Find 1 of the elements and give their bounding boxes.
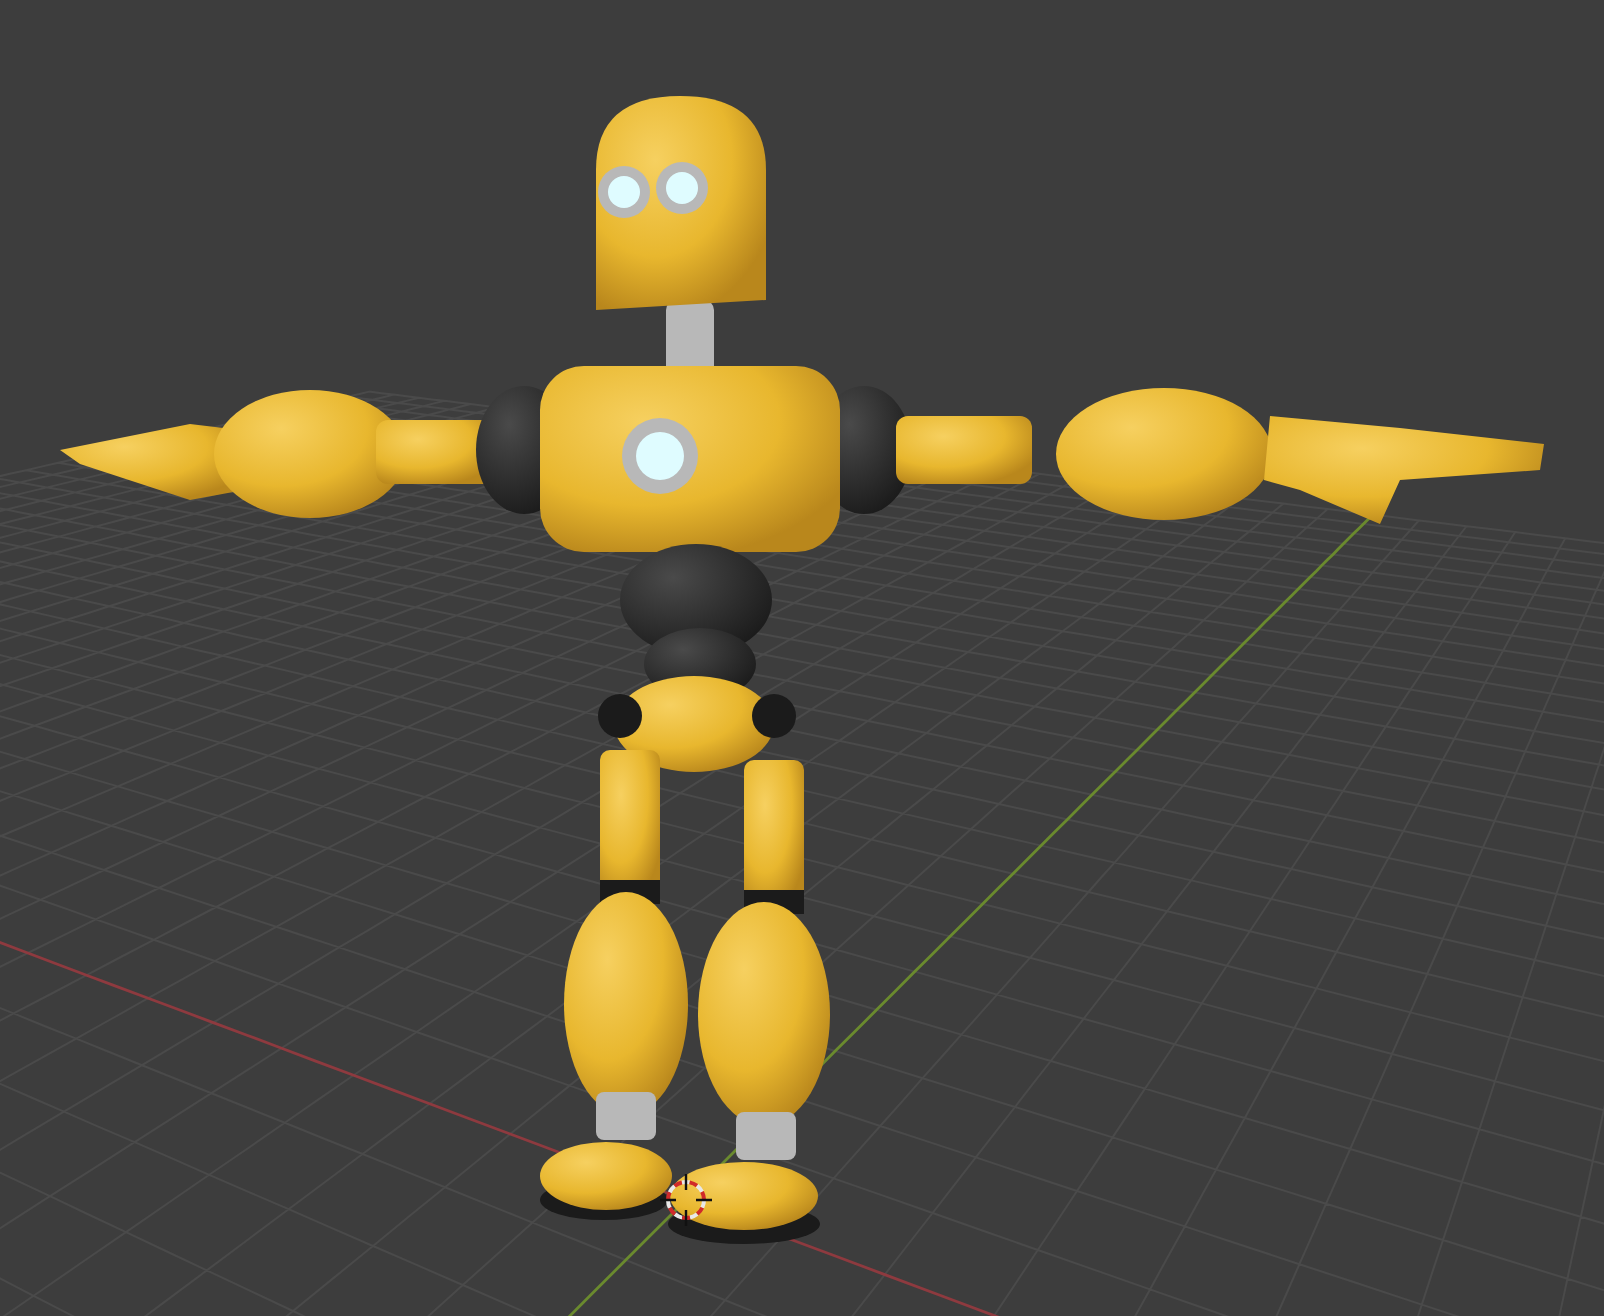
3d-cursor-icon	[658, 1172, 714, 1228]
